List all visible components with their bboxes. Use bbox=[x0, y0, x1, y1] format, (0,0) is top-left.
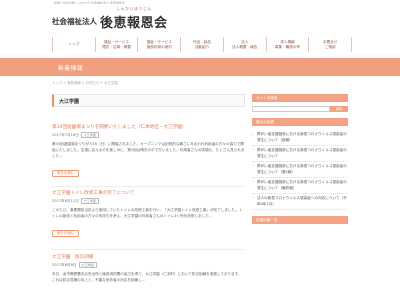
divider bbox=[52, 186, 245, 187]
recent-post-link[interactable]: 障がい者支援施設における新型コロナウイルス感染症の発生について bbox=[252, 146, 348, 162]
post-item: 大江学園 防災訓練 2017年6月8日 大江学園 本日、余市警察署北伝安全係と綾… bbox=[52, 254, 245, 283]
post-meta: 2017年6月12日 大江学園 bbox=[52, 198, 245, 204]
sidebar-search-heading: サイト内検索 bbox=[252, 94, 348, 102]
read-more-button[interactable]: 続きを読む bbox=[52, 170, 79, 177]
nav-item-top[interactable]: トップ bbox=[52, 37, 95, 52]
post-meta: 2017年6月8日 大江学園 bbox=[52, 262, 245, 268]
nav-label: 求人情報 募集・職員の声 bbox=[274, 40, 301, 49]
category-heading: 大江学園 bbox=[52, 94, 245, 107]
nav-item-service-philosophy[interactable]: 福祉・サービス 理念・沿革・概要 bbox=[94, 37, 138, 52]
page-banner: 新着情報 bbox=[0, 58, 400, 76]
site-tagline: 地域と共生の新しいかたち 社会福祉法人 後恵報恩会 bbox=[54, 1, 125, 4]
site-logo[interactable]: しゃかいほうじん 社会福祉法人 後恵報恩会 bbox=[52, 5, 232, 31]
nav-item-corporation[interactable]: 法人 法人概要・報告 bbox=[222, 37, 266, 52]
recent-post-link[interactable]: 障がい者支援施設における新型コロナウイルス感染症の発生について（続報） bbox=[252, 130, 348, 146]
post-meta: 2017年7月16日 大江学園 bbox=[52, 132, 245, 138]
post-title-link[interactable]: 大江学園 防災訓練 bbox=[52, 254, 245, 260]
post-date: 2017年7月16日 bbox=[52, 132, 79, 137]
post-title-link[interactable]: 大江学園トイレ改修工事の完了について bbox=[52, 190, 245, 196]
breadcrumb[interactable]: トップ > 新着情報 > お知らせ > 大江学園 bbox=[52, 80, 118, 85]
nav-item-recruit[interactable]: 求人情報 募集・職員の声 bbox=[265, 37, 309, 52]
nav-item-service-facilities[interactable]: 福祉・サービス 施設利用の案内 bbox=[137, 37, 180, 52]
nav-label: お問合せ ご相談 bbox=[322, 40, 338, 49]
archive-heading: 投稿記事一覧 bbox=[252, 216, 348, 224]
site-search: 検索 bbox=[252, 106, 348, 112]
post-item: 大江学園トイレ改修工事の完了について 2017年6月12日 大江学園 このたび、… bbox=[52, 190, 245, 238]
sidebar: サイト内検索 検索 最近の投稿 障がい者支援施設における新型コロナウイルス感染症… bbox=[252, 94, 348, 224]
nav-item-contact[interactable]: お問合せ ご相談 bbox=[308, 37, 353, 52]
post-excerpt: このたび、事業開設当初より使用していたトイレの改修工事を行い、「大江学園トイレ改… bbox=[52, 208, 243, 218]
post-excerpt: 本日、余市警察署北伝安全係と綾部消防署の協力を得て、大江学園（仁本町）において防… bbox=[52, 272, 242, 282]
read-more-button[interactable]: 続きを読む bbox=[52, 230, 79, 237]
category-tag[interactable]: 大江学園 bbox=[78, 262, 97, 268]
post-excerpt: 第34回遊園場まつりが7/16（日）に開催されました。オープニングは記録的な暑さ… bbox=[52, 142, 245, 158]
nav-label: 作品・製品 活動紹介 bbox=[193, 40, 211, 49]
global-nav: トップ 福祉・サービス 理念・沿革・概要 福祉・サービス 施設利用の案内 作品・… bbox=[52, 37, 353, 52]
recent-posts-heading: 最近の投稿 bbox=[252, 118, 348, 126]
page-title: 新着情報 bbox=[58, 66, 84, 72]
category-tag[interactable]: 大江学園 bbox=[80, 132, 99, 138]
recent-post-link[interactable]: 法人の新型コロナウイルス感染症への対応について（令和4年1月） bbox=[252, 194, 348, 210]
logo-name: 後恵報恩会 bbox=[100, 16, 168, 31]
logo-corp-type: 社会福祉法人 bbox=[52, 17, 97, 26]
main-content: 大江学園 第34回遊園場まつりを開催いたしました（仁本地区・大江学園） 2017… bbox=[52, 94, 245, 300]
recent-post-link[interactable]: 障がい者支援施設における新型コロナウイルス感染症の発生について（第2報） bbox=[252, 162, 348, 178]
nav-label: 福祉・サービス 理念・沿革・概要 bbox=[102, 40, 131, 49]
recent-posts-list: 障がい者支援施設における新型コロナウイルス感染症の発生について（続報） 障がい者… bbox=[252, 130, 348, 210]
search-button[interactable]: 検索 bbox=[330, 106, 348, 112]
nav-label: 法人 法人概要・報告 bbox=[232, 40, 258, 49]
post-date: 2017年6月8日 bbox=[52, 262, 77, 267]
category-tag[interactable]: 大江学園 bbox=[80, 198, 99, 204]
post-item: 第34回遊園場まつりを開催いたしました（仁本地区・大江学園） 2017年7月16… bbox=[52, 124, 245, 178]
post-title-link[interactable]: 第34回遊園場まつりを開催いたしました（仁本地区・大江学園） bbox=[52, 124, 245, 130]
search-input[interactable] bbox=[252, 106, 330, 112]
recent-post-link[interactable]: 障がい者支援施設における新型コロナウイルス感染症の発生について（最終報） bbox=[252, 178, 348, 194]
nav-label: トップ bbox=[68, 42, 80, 47]
post-date: 2017年6月12日 bbox=[52, 198, 79, 203]
nav-item-products[interactable]: 作品・製品 活動紹介 bbox=[180, 37, 223, 52]
divider bbox=[52, 249, 245, 250]
nav-label: 福祉・サービス 施設利用の案内 bbox=[146, 40, 172, 49]
category-title: 大江学園 bbox=[59, 99, 80, 105]
